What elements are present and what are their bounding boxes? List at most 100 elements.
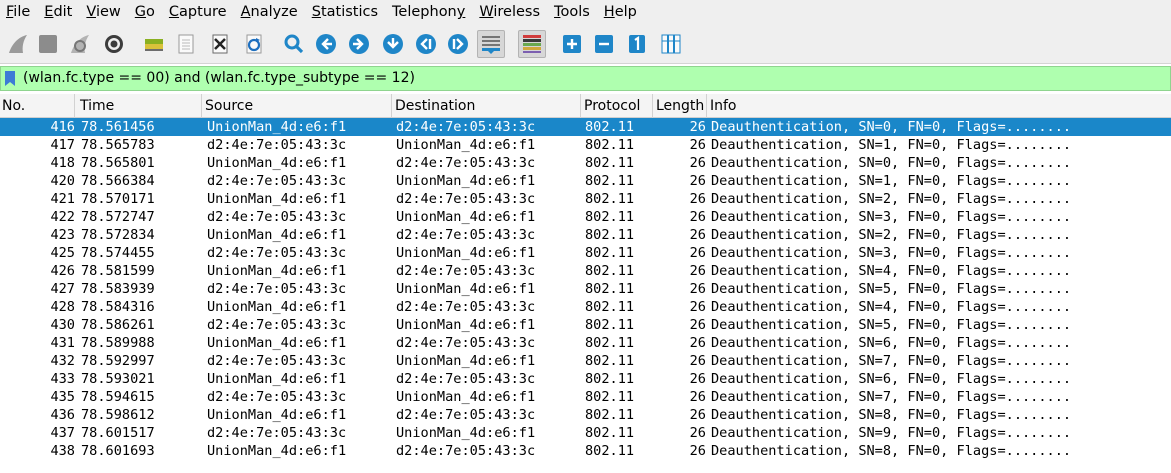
packet-row[interactable]: 433 78.593021 UnionMan_4d:e6:f1 d2:4e:7e:05…	[0, 370, 1171, 388]
packet-list: No. Time Source Destination Protocol Len…	[0, 94, 1171, 473]
bookmark-icon[interactable]	[4, 70, 16, 87]
menu-edit[interactable]: Edit	[37, 0, 79, 24]
zoom-in-icon	[563, 35, 581, 53]
packet-row[interactable]: 427 78.583939 d2:4e:7e:05:43:3c UnionMan_4d…	[0, 280, 1171, 298]
menu-go-label: o	[146, 4, 155, 20]
packet-number-cell: 421	[50, 191, 75, 207]
zoom-in-button[interactable]	[558, 30, 586, 58]
menu-capture[interactable]: Capture	[162, 0, 234, 24]
info-cell: Deauthentication, SN=1, FN=0, Flags=....…	[711, 137, 1072, 153]
arrow-last-icon	[448, 34, 468, 54]
stop-capture-button[interactable]	[34, 30, 62, 58]
length-cell: 26	[689, 299, 706, 315]
packet-rows: 416 78.561456 UnionMan_4d:e6:f1 d2:4e:7e:05…	[0, 118, 1171, 460]
main-toolbar	[0, 24, 1171, 64]
packet-row[interactable]: 417 78.565783 d2:4e:7e:05:43:3c UnionMan_4d…	[0, 136, 1171, 154]
menu-file[interactable]: File	[0, 0, 37, 24]
packet-number-cell: 422	[50, 209, 75, 225]
packet-number-cell: 428	[50, 299, 75, 315]
packet-row[interactable]: 421 78.570171 UnionMan_4d:e6:f1 d2:4e:7e:05…	[0, 190, 1171, 208]
packet-row[interactable]: 430 78.586261 d2:4e:7e:05:43:3c UnionMan_4d…	[0, 316, 1171, 334]
protocol-cell: 802.11	[585, 407, 635, 423]
info-cell: Deauthentication, SN=8, FN=0, Flags=....…	[711, 443, 1072, 459]
column-header-destination[interactable]: Destination	[392, 94, 581, 118]
close-file-button[interactable]	[206, 30, 234, 58]
menu-go[interactable]: Go	[128, 0, 162, 24]
info-cell: Deauthentication, SN=4, FN=0, Flags=....…	[711, 299, 1072, 315]
colorize-button[interactable]	[518, 30, 546, 58]
menu-tools[interactable]: Tools	[547, 0, 597, 24]
column-header-time[interactable]: Time	[76, 94, 202, 118]
packet-row[interactable]: 437 78.601517 d2:4e:7e:05:43:3c UnionMan_4d…	[0, 424, 1171, 442]
source-cell: UnionMan_4d:e6:f1	[207, 263, 347, 279]
packet-row[interactable]: 426 78.581599 UnionMan_4d:e6:f1 d2:4e:7e:05…	[0, 262, 1171, 280]
source-cell: d2:4e:7e:05:43:3c	[207, 173, 347, 189]
restart-capture-button[interactable]	[66, 30, 94, 58]
packet-row[interactable]: 431 78.589988 UnionMan_4d:e6:f1 d2:4e:7e:05…	[0, 334, 1171, 352]
packet-row[interactable]: 420 78.566384 d2:4e:7e:05:43:3c UnionMan_4d…	[0, 172, 1171, 190]
save-file-button[interactable]	[172, 30, 200, 58]
column-header-no[interactable]: No.	[0, 94, 75, 118]
info-cell: Deauthentication, SN=6, FN=0, Flags=....…	[711, 335, 1072, 351]
packet-number-cell: 431	[50, 335, 75, 351]
next-packet-button[interactable]	[345, 30, 373, 58]
column-header-length[interactable]: Length	[653, 94, 707, 118]
arrow-first-icon	[416, 34, 436, 54]
packet-row-selected[interactable]: 416 78.561456 UnionMan_4d:e6:f1 d2:4e:7e:05…	[0, 118, 1171, 136]
length-cell: 26	[689, 371, 706, 387]
packet-row[interactable]: 428 78.584316 UnionMan_4d:e6:f1 d2:4e:7e:05…	[0, 298, 1171, 316]
length-cell: 26	[689, 281, 706, 297]
previous-packet-button[interactable]	[312, 30, 340, 58]
protocol-cell: 802.11	[585, 371, 635, 387]
packet-number-cell: 418	[50, 155, 75, 171]
resize-columns-button[interactable]	[657, 30, 685, 58]
column-header-protocol[interactable]: Protocol	[581, 94, 653, 118]
time-cell: 78.586261	[81, 317, 155, 333]
time-cell: 78.566384	[81, 173, 155, 189]
packet-row[interactable]: 432 78.592997 d2:4e:7e:05:43:3c UnionMan_4d…	[0, 352, 1171, 370]
menu-wireless[interactable]: Wireless	[472, 0, 547, 24]
protocol-cell: 802.11	[585, 299, 635, 315]
packet-row[interactable]: 422 78.572747 d2:4e:7e:05:43:3c UnionMan_4d…	[0, 208, 1171, 226]
destination-cell: d2:4e:7e:05:43:3c	[396, 299, 536, 315]
menu-view[interactable]: View	[79, 0, 127, 24]
autoscroll-button[interactable]	[477, 30, 505, 58]
folder-icon	[145, 39, 163, 51]
time-cell: 78.592997	[81, 353, 155, 369]
start-capture-button[interactable]	[4, 30, 32, 58]
source-cell: UnionMan_4d:e6:f1	[207, 299, 347, 315]
info-cell: Deauthentication, SN=8, FN=0, Flags=....…	[711, 407, 1072, 423]
packet-row[interactable]: 425 78.574455 d2:4e:7e:05:43:3c UnionMan_4d…	[0, 244, 1171, 262]
normal-size-icon	[629, 35, 645, 53]
destination-cell: UnionMan_4d:e6:f1	[396, 353, 536, 369]
packet-row[interactable]: 436 78.598612 UnionMan_4d:e6:f1 d2:4e:7e:05…	[0, 406, 1171, 424]
destination-cell: d2:4e:7e:05:43:3c	[396, 227, 536, 243]
menu-analyze[interactable]: Analyze	[234, 0, 305, 24]
destination-cell: d2:4e:7e:05:43:3c	[396, 155, 536, 171]
last-packet-button[interactable]	[444, 30, 472, 58]
restart-icon	[71, 35, 89, 53]
display-filter-input[interactable]: (wlan.fc.type == 00) and (wlan.fc.type_s…	[23, 67, 415, 90]
packet-row[interactable]: 423 78.572834 UnionMan_4d:e6:f1 d2:4e:7e:05…	[0, 226, 1171, 244]
find-packet-button[interactable]	[280, 30, 308, 58]
packet-row[interactable]: 438 78.601693 UnionMan_4d:e6:f1 d2:4e:7e:05…	[0, 442, 1171, 460]
column-header-source[interactable]: Source	[202, 94, 392, 118]
first-packet-button[interactable]	[412, 30, 440, 58]
arrow-left-icon	[316, 34, 336, 54]
menu-help[interactable]: Help	[597, 0, 644, 24]
go-to-packet-button[interactable]	[379, 30, 407, 58]
column-header-info[interactable]: Info	[707, 94, 1171, 118]
zoom-out-button[interactable]	[590, 30, 618, 58]
info-cell: Deauthentication, SN=4, FN=0, Flags=....…	[711, 263, 1072, 279]
menu-telephony[interactable]: Telephony	[385, 0, 472, 24]
packet-row[interactable]: 418 78.565801 UnionMan_4d:e6:f1 d2:4e:7e:05…	[0, 154, 1171, 172]
protocol-cell: 802.11	[585, 389, 635, 405]
menu-edit-label: dit	[53, 4, 73, 20]
capture-options-button[interactable]	[100, 30, 128, 58]
open-file-button[interactable]	[140, 30, 168, 58]
reload-file-button[interactable]	[240, 30, 268, 58]
menu-statistics[interactable]: Statistics	[305, 0, 385, 24]
normal-size-button[interactable]	[623, 30, 651, 58]
display-filter-bar[interactable]: (wlan.fc.type == 00) and (wlan.fc.type_s…	[0, 66, 1171, 91]
packet-row[interactable]: 435 78.594615 d2:4e:7e:05:43:3c UnionMan_4d…	[0, 388, 1171, 406]
